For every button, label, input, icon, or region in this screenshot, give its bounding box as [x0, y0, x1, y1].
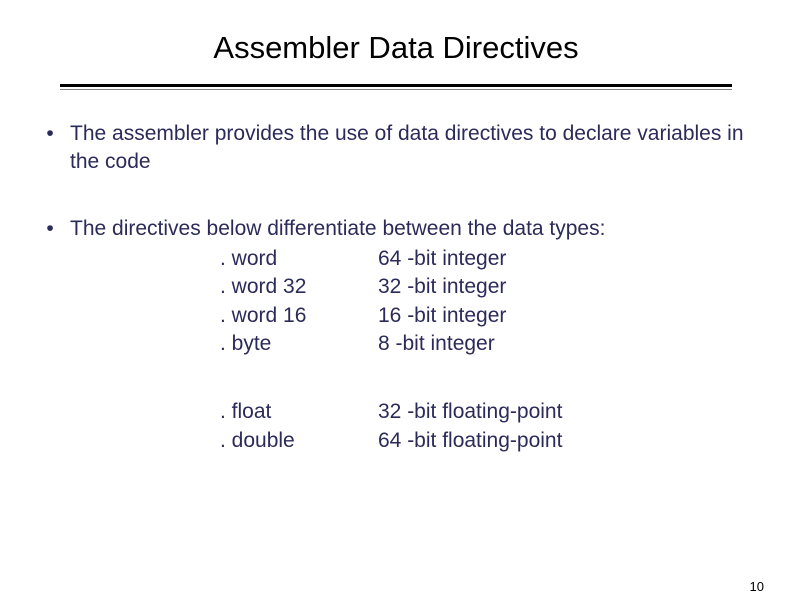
divider-thick	[60, 84, 732, 87]
bullet-item: • The directives below differentiate bet…	[30, 215, 762, 455]
directive-desc: 32 -bit integer	[378, 273, 762, 301]
bullet-text: The directives below differentiate betwe…	[70, 215, 762, 455]
directive-table-floats: . float 32 -bit floating-point . double …	[220, 398, 762, 455]
directive-row: . word 32 32 -bit integer	[220, 273, 762, 301]
directive-name: . double	[220, 427, 378, 455]
slide: Assembler Data Directives • The assemble…	[0, 0, 792, 612]
directive-name: . byte	[220, 330, 378, 358]
bullet-item: • The assembler provides the use of data…	[30, 120, 762, 177]
directive-name: . word 16	[220, 302, 378, 330]
directive-desc: 64 -bit floating-point	[378, 427, 762, 455]
slide-title: Assembler Data Directives	[0, 30, 792, 66]
directive-row: . byte 8 -bit integer	[220, 330, 762, 358]
directive-row: . word 64 -bit integer	[220, 245, 762, 273]
directive-name: . float	[220, 398, 378, 426]
divider-thin	[60, 89, 732, 90]
directive-desc: 32 -bit floating-point	[378, 398, 762, 426]
bullet-marker: •	[30, 120, 70, 177]
bullet-marker: •	[30, 215, 70, 455]
directive-desc: 16 -bit integer	[378, 302, 762, 330]
slide-content: • The assembler provides the use of data…	[0, 120, 792, 455]
spacer	[70, 358, 762, 396]
bullet-text: The assembler provides the use of data d…	[70, 120, 762, 177]
directive-name: . word	[220, 245, 378, 273]
directive-desc: 8 -bit integer	[378, 330, 762, 358]
directive-row: . float 32 -bit floating-point	[220, 398, 762, 426]
directive-table-integers: . word 64 -bit integer . word 32 32 -bit…	[220, 245, 762, 358]
directive-row: . double 64 -bit floating-point	[220, 427, 762, 455]
bullet-lead-text: The directives below differentiate betwe…	[70, 217, 605, 240]
title-divider	[60, 84, 732, 90]
directive-desc: 64 -bit integer	[378, 245, 762, 273]
directive-row: . word 16 16 -bit integer	[220, 302, 762, 330]
page-number: 10	[750, 579, 764, 594]
directive-name: . word 32	[220, 273, 378, 301]
